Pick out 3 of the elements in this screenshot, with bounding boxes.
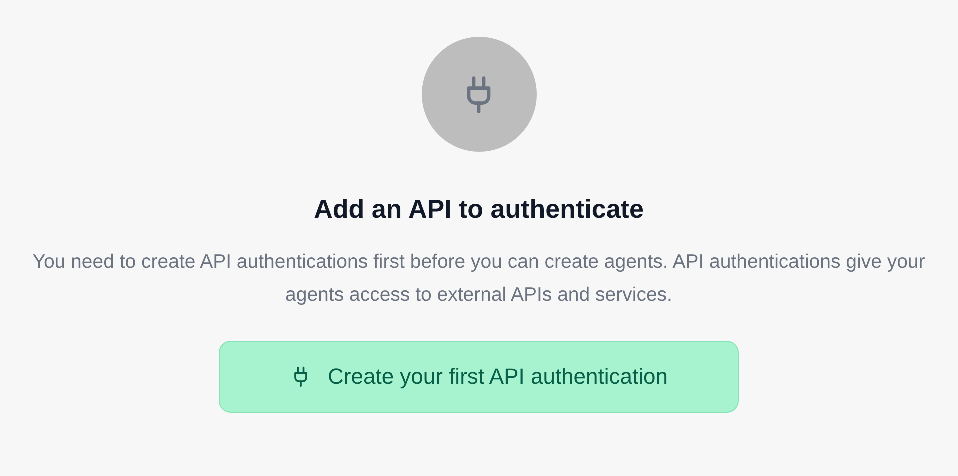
- empty-state-description: You need to create API authentications first before you can create agents. API authentications give your agents access to external APIs and services.: [32, 250, 926, 308]
- create-authentication-button[interactable]: Create your first API authentication: [219, 341, 739, 413]
- empty-state-title: Add an API to authenticate: [314, 193, 644, 226]
